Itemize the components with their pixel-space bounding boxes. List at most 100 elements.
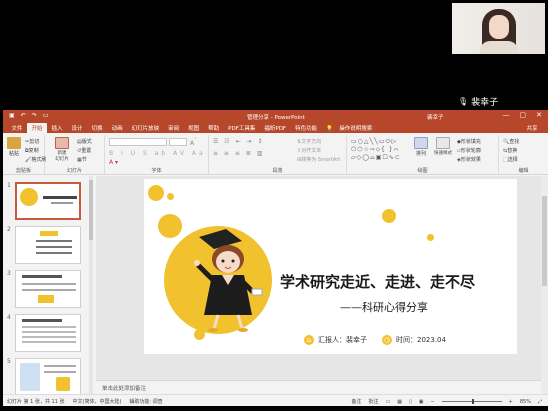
shape-outline-button[interactable]: ▱形状轮廓 xyxy=(457,147,481,154)
minimize-icon[interactable]: — xyxy=(503,111,510,119)
thumbnail-slide-3[interactable] xyxy=(15,270,81,308)
account-name[interactable]: 裴幸子 xyxy=(427,113,444,121)
zoom-level[interactable]: 85% xyxy=(520,399,531,405)
list-buttons[interactable]: ☰ ☷ ⇤ ⇥ ↕ xyxy=(213,138,264,145)
redo-icon[interactable]: ↷ xyxy=(32,112,37,119)
slide-subtitle: ——科研心得分享 xyxy=(340,301,428,314)
comments-toggle[interactable]: 批注 xyxy=(368,398,378,405)
time-info: ◷ 时间：2023.04 xyxy=(382,335,446,345)
smartart-label: 转换为 SmartArt xyxy=(301,157,341,163)
section-button[interactable]: ▦节 xyxy=(77,156,87,163)
status-right: 备注 批注 ▭ ▦ ▯ ▣ − + 85% ⤢ xyxy=(351,398,542,406)
clipboard-group: 粘贴 ✂剪切 ⧉复制 🖌格式刷 剪贴板 xyxy=(3,135,46,175)
thumbnail-slide-5[interactable] xyxy=(15,358,81,396)
accessibility-status[interactable]: 辅助功能: 调查 xyxy=(129,398,162,405)
thumbnail-slide-4[interactable] xyxy=(15,314,81,352)
slide-title: 学术研究走近、走进、走不尽 xyxy=(280,273,476,291)
present-icon[interactable]: ▭ xyxy=(43,112,49,119)
tab-animations[interactable]: 动画 xyxy=(107,123,127,133)
font-style-buttons[interactable]: B I U S ab AV Aa xyxy=(109,150,206,157)
decor-circle xyxy=(148,185,164,201)
tab-review[interactable]: 审阅 xyxy=(164,123,184,133)
tab-transitions[interactable]: 切换 xyxy=(87,123,107,133)
font-family-select[interactable] xyxy=(109,138,167,146)
vertical-scrollbar-thumb[interactable] xyxy=(542,196,547,286)
font-size-select[interactable] xyxy=(169,138,187,146)
zoom-slider-thumb[interactable] xyxy=(471,399,474,404)
layout-button[interactable]: ▤版式 xyxy=(77,138,92,145)
align-text-button[interactable]: ⇳对齐文本 xyxy=(297,147,321,154)
new-slide-button[interactable]: 新建 幻灯片 xyxy=(51,137,73,162)
tab-foxit-pdf[interactable]: 福昕PDF xyxy=(260,123,291,133)
undo-icon[interactable]: ↶ xyxy=(21,112,26,119)
align-buttons[interactable]: ≡ ≡ ≡ ≣ ▥ xyxy=(213,150,264,157)
paste-label: 粘贴 xyxy=(8,151,19,157)
paste-button[interactable]: 粘贴 xyxy=(5,137,23,157)
share-button[interactable]: 共享 xyxy=(522,123,542,133)
arrange-button[interactable]: 排列 xyxy=(411,137,431,157)
shape-effects-button[interactable]: ◈形状效果 xyxy=(457,156,481,163)
format-painter-button[interactable]: 🖌格式刷 xyxy=(25,156,46,163)
select-label: 选择 xyxy=(507,157,518,163)
font-color-icon[interactable]: A ▾ xyxy=(109,159,118,166)
copy-label: 复制 xyxy=(28,148,39,154)
tab-features[interactable]: 特色功能 xyxy=(291,123,322,133)
home-icon: ⌂ xyxy=(304,335,314,345)
reset-button[interactable]: ↺重置 xyxy=(77,147,91,154)
notes-pane[interactable]: 单击此处添加备注 xyxy=(96,380,541,394)
zoom-in-icon[interactable]: + xyxy=(509,399,513,405)
drawing-group: ▭○△╲╲▭⬭▷ ⬠⬡☆⇨⬦{ }⌒ ▱◇◯⌓▣☐∿⊂ 排列 快速样式 ◆形状填充 … xyxy=(347,135,499,175)
slides-group: 新建 幻灯片 ▤版式 ↺重置 ▦节 幻灯片 xyxy=(45,135,105,175)
cut-button[interactable]: ✂剪切 xyxy=(25,138,39,145)
thumbnail-box xyxy=(56,377,70,391)
select-button[interactable]: ⬚选择 xyxy=(503,156,518,163)
close-icon[interactable]: ✕ xyxy=(536,111,542,119)
tab-pdf-tools[interactable]: PDF工具集 xyxy=(224,123,260,133)
find-button[interactable]: 🔍查找 xyxy=(503,138,519,145)
quick-styles-button[interactable]: 快速样式 xyxy=(433,137,453,156)
thumbnail-title-line xyxy=(43,196,77,199)
paragraph-group-label: 段落 xyxy=(272,168,283,174)
tab-help[interactable]: 帮助 xyxy=(204,123,224,133)
thumbnail-text-line xyxy=(22,336,76,338)
current-slide[interactable]: 学术研究走近、走进、走不尽 ——科研心得分享 ⌂ 汇报人：裴幸子 ◷ 时间：20… xyxy=(144,179,517,354)
tab-insert[interactable]: 插入 xyxy=(47,123,67,133)
tab-home[interactable]: 开始 xyxy=(27,122,48,133)
slideshow-view-icon[interactable]: ▣ xyxy=(419,399,424,405)
text-direction-button[interactable]: ⇅文字方向 xyxy=(297,138,321,145)
copy-button[interactable]: ⧉复制 xyxy=(25,147,39,154)
notes-toggle[interactable]: 备注 xyxy=(351,398,361,405)
tab-view[interactable]: 视图 xyxy=(184,123,204,133)
sorter-view-icon[interactable]: ▦ xyxy=(397,399,402,405)
thumbnail-slide-2[interactable] xyxy=(15,226,81,264)
shape-fill-button[interactable]: ◆形状填充 xyxy=(457,138,481,145)
presenter-shirt xyxy=(480,41,518,54)
fit-slide-icon[interactable]: ⤢ xyxy=(538,399,542,405)
tab-design[interactable]: 设计 xyxy=(67,123,87,133)
language-status[interactable]: 中文(简体，中国大陆) xyxy=(73,398,122,405)
smartart-button[interactable]: ⊞转换为 SmartArt xyxy=(297,156,340,163)
text-direction-label: 文字方向 xyxy=(301,139,322,145)
new-slide-label: 新建 幻灯片 xyxy=(55,151,69,162)
thumbnail-text-line xyxy=(44,365,76,367)
shapes-gallery[interactable]: ▭○△╲╲▭⬭▷ ⬠⬡☆⇨⬦{ }⌒ ▱◇◯⌓▣☐∿⊂ xyxy=(351,138,401,162)
vertical-scrollbar[interactable] xyxy=(541,176,548,394)
editing-group: 🔍查找 ⇆替换 ⬚选择 编辑 xyxy=(499,135,548,175)
tab-file[interactable]: 文件 xyxy=(7,123,27,133)
tab-slideshow[interactable]: 幻灯片放映 xyxy=(127,123,164,133)
replace-button[interactable]: ⇆替换 xyxy=(503,147,517,154)
grow-font-icon[interactable]: Aˆ xyxy=(190,138,197,147)
maximize-icon[interactable]: ▢ xyxy=(520,111,527,119)
save-icon[interactable]: ▣ xyxy=(9,112,15,119)
tell-me-search[interactable]: 💡 操作说明搜索 xyxy=(322,123,382,133)
reading-view-icon[interactable]: ▯ xyxy=(409,399,412,405)
zoom-slider[interactable] xyxy=(441,399,502,404)
zoom-out-icon[interactable]: − xyxy=(430,399,434,405)
thumbnail-circle xyxy=(20,188,38,206)
normal-view-icon[interactable]: ▭ xyxy=(385,399,390,405)
thumbnail-scrollbar-thumb[interactable] xyxy=(89,180,93,240)
window-controls: — ▢ ✕ xyxy=(503,111,543,119)
thumbnail-scrollbar[interactable] xyxy=(89,176,93,398)
ribbon-tabs: 文件 开始 插入 设计 切换 动画 幻灯片放映 审阅 视图 帮助 PDF工具集 … xyxy=(3,122,548,133)
thumbnail-slide-1[interactable] xyxy=(15,182,81,220)
